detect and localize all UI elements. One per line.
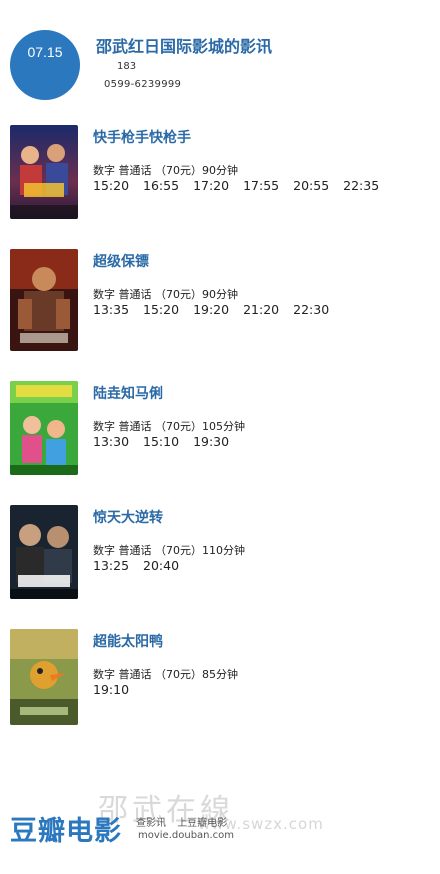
movie-item[interactable]: 快手枪手快枪手 数字 普通话 （70元）90分钟 15:20 16:55 17:… — [0, 125, 440, 235]
cinema-phone[interactable]: 0599-6239999 — [104, 79, 181, 90]
footer: 邵武在線 www.swzx.com 豆瓣电影 查影讯 上豆瓣电影 movie.d… — [0, 785, 440, 874]
movie-item[interactable]: 陆垚知马俐 数字 普通话 （70元）105分钟 13:30 15:10 19:3… — [0, 381, 440, 491]
showtime[interactable]: 19:10 — [93, 682, 129, 697]
movie-poster[interactable] — [10, 629, 78, 725]
movie-poster[interactable] — [10, 381, 78, 475]
movie-info: 数字 普通话 （70元）105分钟 — [93, 420, 245, 433]
link-check-showtimes[interactable]: 查影讯 — [136, 818, 166, 829]
showtime[interactable]: 17:55 — [243, 178, 279, 193]
cinema-meta-line1: 183 — [117, 61, 137, 72]
movie-poster[interactable] — [10, 249, 78, 351]
movie-item[interactable]: 超级保镖 数字 普通话 （70元）90分钟 13:35 15:20 19:20 … — [0, 249, 440, 359]
cinema-title[interactable]: 邵武红日国际影城的影讯 — [96, 33, 272, 57]
movie-title[interactable]: 快手枪手快枪手 — [93, 127, 191, 147]
movie-item[interactable]: 超能太阳鸭 数字 普通话 （70元）85分钟 19:10 — [0, 629, 440, 739]
movie-poster[interactable] — [10, 505, 78, 599]
movie-poster[interactable] — [10, 125, 78, 219]
showtimes: 13:35 15:20 19:20 21:20 22:30 — [93, 302, 343, 317]
poster-image-icon — [10, 125, 78, 219]
showtime[interactable]: 20:55 — [293, 178, 329, 193]
date-badge: 07.15 — [10, 30, 80, 100]
footer-links: 查影讯 上豆瓣电影 — [136, 814, 235, 829]
movie-info: 数字 普通话 （70元）85分钟 — [93, 668, 238, 681]
showtime[interactable]: 15:20 — [93, 178, 129, 193]
movie-info: 数字 普通话 （70元）90分钟 — [93, 288, 238, 301]
showtime[interactable]: 22:30 — [293, 302, 329, 317]
poster-image-icon — [10, 629, 78, 725]
movie-item[interactable]: 惊天大逆转 数字 普通话 （70元）110分钟 13:25 20:40 — [0, 505, 440, 615]
showtime[interactable]: 19:20 — [193, 302, 229, 317]
showtime[interactable]: 15:20 — [143, 302, 179, 317]
showtime[interactable]: 13:35 — [93, 302, 129, 317]
showtime[interactable]: 17:20 — [193, 178, 229, 193]
poster-image-icon — [10, 505, 78, 599]
movie-title[interactable]: 超级保镖 — [93, 251, 149, 271]
showtime[interactable]: 22:35 — [343, 178, 379, 193]
showtimes: 13:30 15:10 19:30 — [93, 434, 243, 449]
movie-title[interactable]: 陆垚知马俐 — [93, 383, 163, 403]
showtimes: 19:10 — [93, 682, 143, 697]
movie-title[interactable]: 超能太阳鸭 — [93, 631, 163, 651]
showtimes: 15:20 16:55 17:20 17:55 20:55 22:35 — [93, 178, 393, 193]
site-url[interactable]: movie.douban.com — [138, 830, 234, 841]
movie-info: 数字 普通话 （70元）90分钟 — [93, 164, 238, 177]
douban-movie-logo[interactable]: 豆瓣电影 — [10, 809, 122, 848]
showtime[interactable]: 19:30 — [193, 434, 229, 449]
link-go-douban-movie[interactable]: 上豆瓣电影 — [177, 818, 227, 829]
movie-info: 数字 普通话 （70元）110分钟 — [93, 544, 245, 557]
poster-image-icon — [10, 381, 78, 475]
showtime[interactable]: 15:10 — [143, 434, 179, 449]
showtime[interactable]: 20:40 — [143, 558, 179, 573]
movie-title[interactable]: 惊天大逆转 — [93, 507, 163, 527]
showtime[interactable]: 16:55 — [143, 178, 179, 193]
showtime[interactable]: 13:30 — [93, 434, 129, 449]
poster-image-icon — [10, 249, 78, 351]
header: 07.15 邵武红日国际影城的影讯 183 0599-6239999 — [0, 0, 440, 110]
showtimes: 13:25 20:40 — [93, 558, 193, 573]
showtime[interactable]: 21:20 — [243, 302, 279, 317]
showtime[interactable]: 13:25 — [93, 558, 129, 573]
